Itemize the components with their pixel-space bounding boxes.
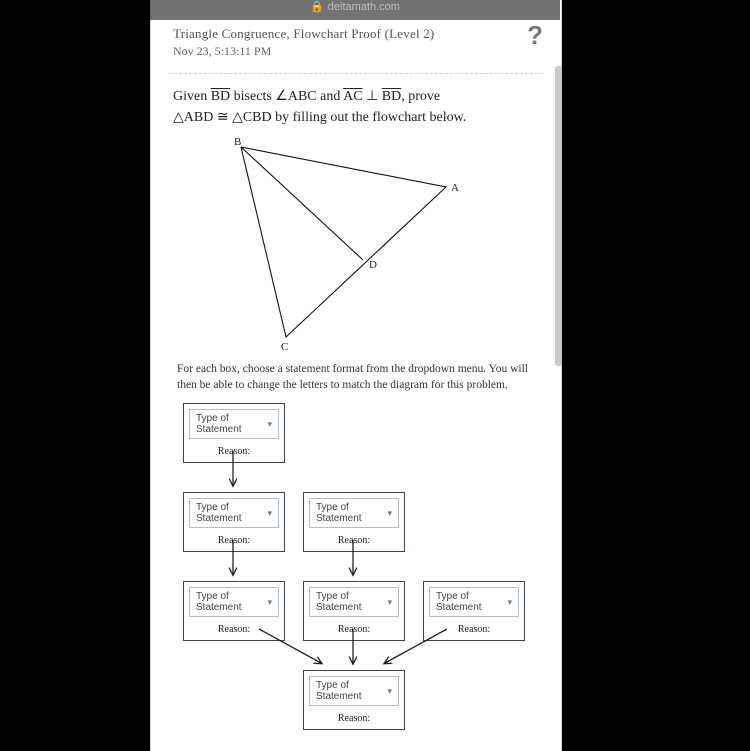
vertex-A: A <box>451 182 459 194</box>
vertex-C: C <box>281 341 288 353</box>
vertex-B: B <box>234 136 241 148</box>
timestamp: Nov 23, 5:13:11 PM <box>173 44 541 59</box>
triangle-CBD: △CBD <box>232 110 272 125</box>
lock-icon: 🔒 <box>310 0 324 14</box>
problem-prompt: Given BD bisects ∠ABC and AC ⊥ BD, prove… <box>151 82 561 128</box>
url-host: deltamath.com <box>328 1 400 13</box>
flowchart: Type of Statement▾ Reason: Type of State… <box>151 399 561 719</box>
instructions: For each box, choose a statement format … <box>151 362 561 393</box>
divider <box>169 73 543 74</box>
topic-title: Triangle Congruence, Flowchart Proof (Le… <box>173 26 541 42</box>
figure: B A D C <box>151 132 561 362</box>
angle-ABC: ∠ABC <box>275 89 316 104</box>
perp-symbol: ⊥ <box>363 89 382 104</box>
triangle-diagram <box>221 132 481 352</box>
congruent-symbol: ≅ <box>213 110 232 125</box>
segment-BD: BD <box>211 89 230 104</box>
prompt-text: , prove <box>401 89 440 104</box>
prompt-text: Given <box>173 89 211 104</box>
prompt-text: and <box>317 89 343 104</box>
flow-arrows <box>151 399 561 719</box>
worksheet-page: Triangle Congruence, Flowchart Proof (Le… <box>150 0 562 751</box>
prompt-text: by filling out the flowchart below. <box>272 110 467 125</box>
triangle-ABD: △ABD <box>173 110 213 125</box>
segment-BD2: BD <box>382 89 401 104</box>
segment-AC: AC <box>343 89 362 104</box>
prompt-text: bisects <box>230 89 275 104</box>
vertex-D: D <box>369 259 377 271</box>
help-icon[interactable]: ? <box>527 22 543 48</box>
url-bar: 🔒 deltamath.com <box>150 0 560 16</box>
